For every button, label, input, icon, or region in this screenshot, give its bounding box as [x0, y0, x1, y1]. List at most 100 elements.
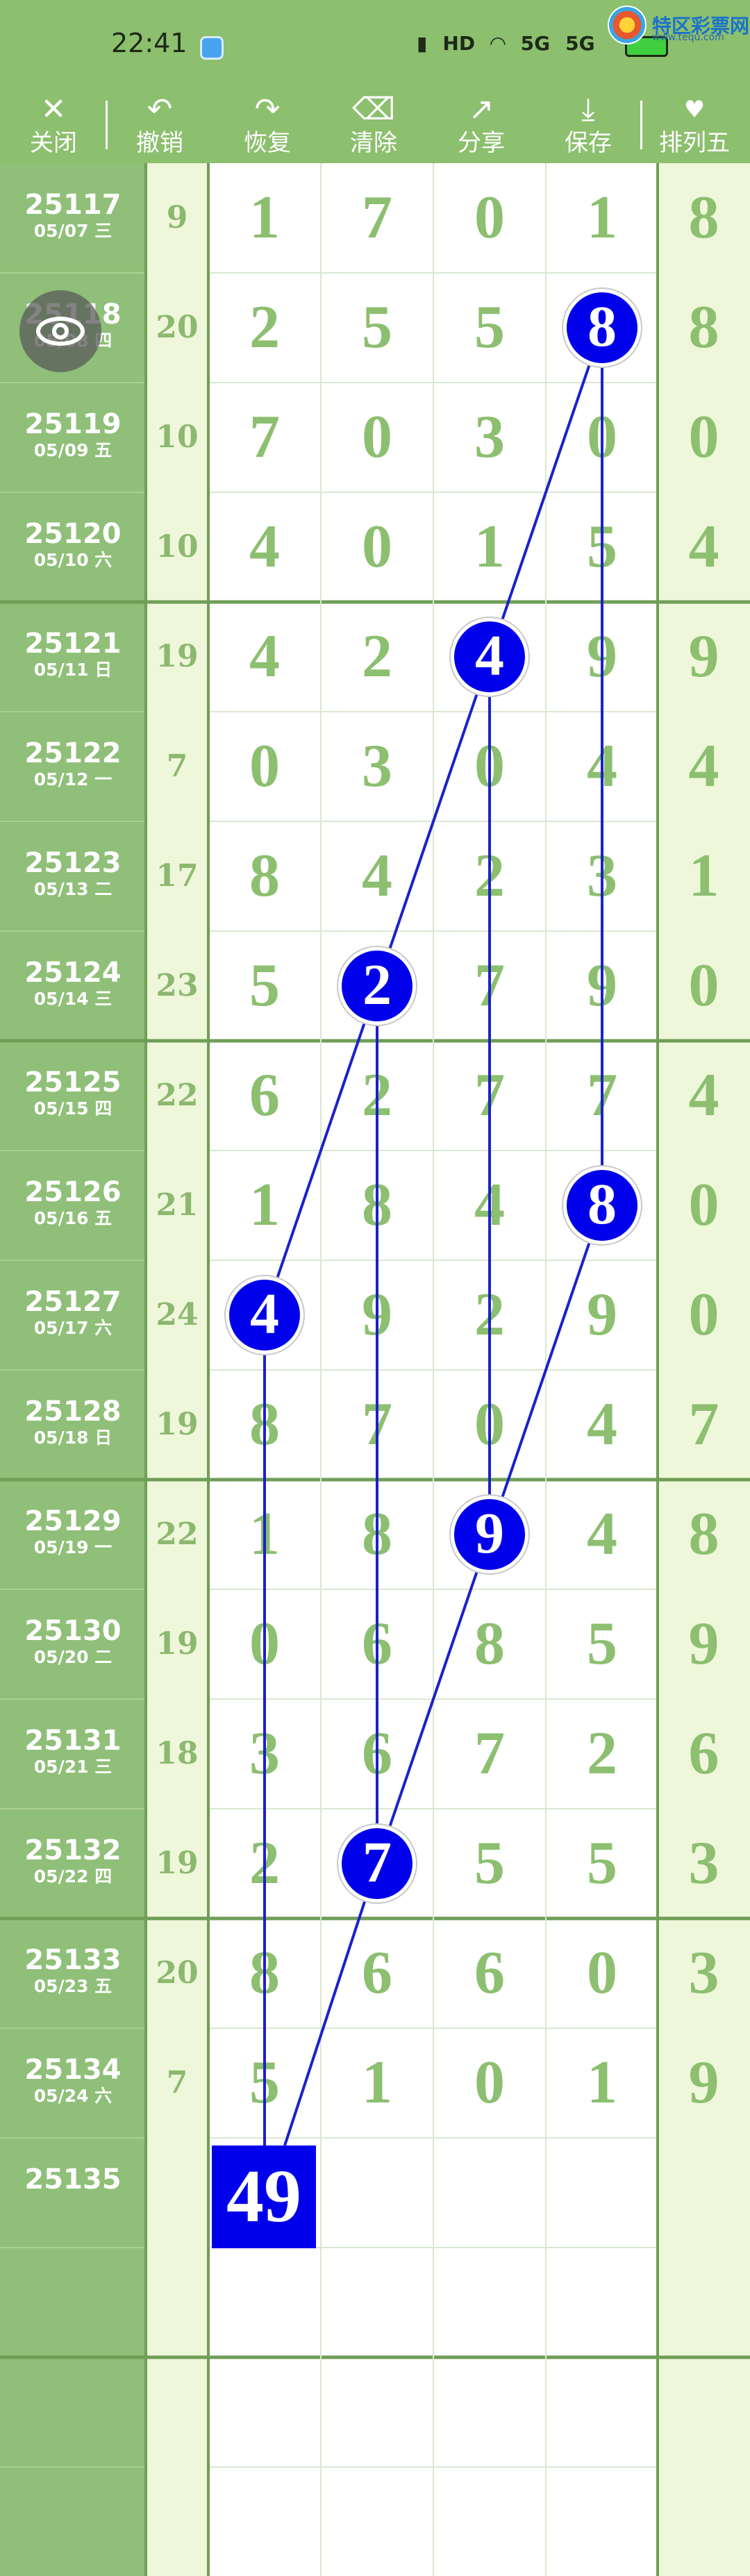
digit-cell[interactable]: 5 — [546, 492, 658, 602]
digit-cell[interactable]: 5 — [208, 2028, 321, 2138]
digit-cell[interactable]: 1 — [208, 1151, 321, 1260]
fifth-digit-cell: 9 — [688, 623, 719, 690]
digit-cell[interactable]: 2 — [433, 1260, 546, 1370]
digit-cell[interactable]: 6 — [321, 1918, 433, 2028]
digit-cell[interactable]: 9 — [546, 1260, 658, 1370]
digit-cell[interactable]: 7 — [321, 1370, 433, 1480]
undo-icon: ↶ — [147, 92, 173, 127]
eye-toggle-button[interactable] — [19, 290, 101, 372]
digit-cell[interactable]: 7 — [208, 383, 321, 492]
digit-cell[interactable]: 4 — [208, 492, 321, 602]
digit-cell[interactable]: 0 — [321, 383, 433, 492]
digit-cell[interactable]: 0 — [208, 1589, 321, 1699]
digit-cell[interactable]: 4 — [321, 821, 433, 931]
highlighted-digit[interactable]: 8 — [563, 1166, 641, 1244]
digit-cell[interactable]: 0 — [208, 712, 321, 821]
digit-cell[interactable]: 5 — [433, 273, 546, 383]
close-button[interactable]: ✕ 关闭 — [8, 87, 99, 163]
digit-cell[interactable]: 2 — [208, 1809, 321, 1918]
fifth-digit-cell: 6 — [688, 1720, 719, 1787]
digit-cell[interactable]: 0 — [546, 383, 658, 492]
digit-cell[interactable] — [433, 2138, 546, 2248]
undo-button[interactable]: ↶ 撤销 — [115, 87, 205, 163]
issue-number: 25123 — [24, 847, 122, 879]
share-icon: ↗ — [468, 92, 494, 127]
digit-cell[interactable]: 1 — [208, 1480, 321, 1589]
digit-cell[interactable]: 7 — [321, 163, 433, 273]
table-row: 25122 05/12 一703044 — [0, 712, 750, 821]
sum-cell: 20 — [156, 310, 199, 345]
digit-cell[interactable]: 1 — [321, 2028, 433, 2138]
digit-cell[interactable]: 9 — [546, 931, 658, 1041]
digit-cell[interactable]: 8 — [208, 1918, 321, 2028]
clear-button[interactable]: ⌫ 清除 — [328, 87, 419, 163]
digit-cell[interactable]: 0 — [546, 1918, 658, 2028]
highlighted-digit[interactable]: 2 — [338, 947, 416, 1025]
save-button[interactable]: ⤓ 保存 — [543, 87, 633, 163]
digit-cell[interactable]: 1 — [433, 492, 546, 602]
fifth-digit-cell: 8 — [688, 1500, 719, 1568]
digit-cell[interactable]: 5 — [321, 273, 433, 383]
digit-cell[interactable]: 4 — [208, 602, 321, 712]
fifth-digit-cell: 9 — [688, 2049, 719, 2116]
digit-cell[interactable]: 7 — [433, 1041, 546, 1151]
digit-cell[interactable]: 1 — [208, 163, 321, 273]
digit-cell[interactable]: 2 — [321, 602, 433, 712]
digit-cell[interactable]: 5 — [208, 931, 321, 1041]
digit-cell[interactable]: 1 — [546, 163, 658, 273]
digit-cell[interactable]: 9 — [321, 1260, 433, 1370]
digit-cell[interactable]: 0 — [433, 2028, 546, 2138]
fifth-digit-cell: 4 — [688, 513, 719, 580]
digit-cell[interactable]: 7 — [433, 1699, 546, 1809]
digit-cell[interactable]: 0 — [433, 163, 546, 273]
digit-cell[interactable]: 6 — [321, 1699, 433, 1809]
table-row: 25120 05/10 六 10 4 0 1 5 4 — [0, 492, 750, 602]
digit-cell[interactable]: 9 — [546, 602, 658, 712]
digit-cell[interactable]: 3 — [546, 821, 658, 931]
digit-cell[interactable]: 5 — [546, 1589, 658, 1699]
digit-cell[interactable]: 6 — [321, 1589, 433, 1699]
highlighted-digit[interactable]: 8 — [563, 289, 641, 367]
digit-cell[interactable]: 1 — [546, 2028, 658, 2138]
issue-date: 05/18 日 — [33, 1428, 112, 1448]
digit-cell[interactable]: 2 — [321, 1041, 433, 1151]
prediction-box[interactable]: 49 — [212, 2146, 316, 2248]
digit-cell[interactable]: 8 — [433, 1589, 546, 1699]
digit-cell[interactable]: 3 — [433, 383, 546, 492]
highlighted-digit[interactable]: 7 — [338, 1825, 416, 1902]
digit-cell[interactable]: 0 — [321, 492, 433, 602]
digit-cell[interactable]: 3 — [321, 712, 433, 821]
digit-cell[interactable] — [321, 2138, 433, 2248]
digit-cell[interactable]: 4 — [546, 1480, 658, 1589]
trend-grid: 2511705/07 三9170182511805/08 四2025588251… — [0, 163, 750, 2576]
digit-cell[interactable]: 2 — [546, 1699, 658, 1809]
digit-cell[interactable]: 0 — [433, 712, 546, 821]
digit-cell[interactable] — [546, 2138, 658, 2248]
digit-cell[interactable]: 6 — [433, 1918, 546, 2028]
digit-cell[interactable]: 4 — [546, 1370, 658, 1480]
digit-cell[interactable]: 5 — [546, 1809, 658, 1918]
digit-cell[interactable]: 8 — [321, 1151, 433, 1260]
share-button[interactable]: ↗ 分享 — [436, 87, 526, 163]
digit-cell[interactable]: 4 — [546, 712, 658, 821]
digit-cell[interactable]: 8 — [321, 1480, 433, 1589]
highlighted-digit[interactable]: 9 — [451, 1496, 528, 1573]
issue-cell: 25129 05/19 一 — [0, 1480, 146, 1589]
digit-cell[interactable]: 7 — [433, 931, 546, 1041]
highlighted-digit[interactable]: 4 — [226, 1276, 303, 1354]
digit-cell[interactable]: 0 — [433, 1370, 546, 1480]
redo-button[interactable]: ↷ 恢复 — [222, 87, 312, 163]
digit-cell[interactable]: 4 — [433, 1151, 546, 1260]
lottery-type-button[interactable]: ♥ 排列五 — [649, 87, 740, 163]
issue-date: 05/20 二 — [33, 1647, 112, 1667]
digit-cell[interactable]: 6 — [208, 1041, 321, 1151]
sum-cell: 9 — [166, 200, 188, 235]
digit-cell[interactable]: 2 — [208, 273, 321, 383]
digit-cell[interactable]: 8 — [208, 1370, 321, 1480]
digit-cell[interactable]: 3 — [208, 1699, 321, 1809]
digit-cell[interactable]: 8 — [208, 821, 321, 931]
digit-cell[interactable]: 2 — [433, 821, 546, 931]
digit-cell[interactable]: 7 — [546, 1041, 658, 1151]
highlighted-digit[interactable]: 4 — [451, 618, 528, 696]
digit-cell[interactable]: 5 — [433, 1809, 546, 1918]
